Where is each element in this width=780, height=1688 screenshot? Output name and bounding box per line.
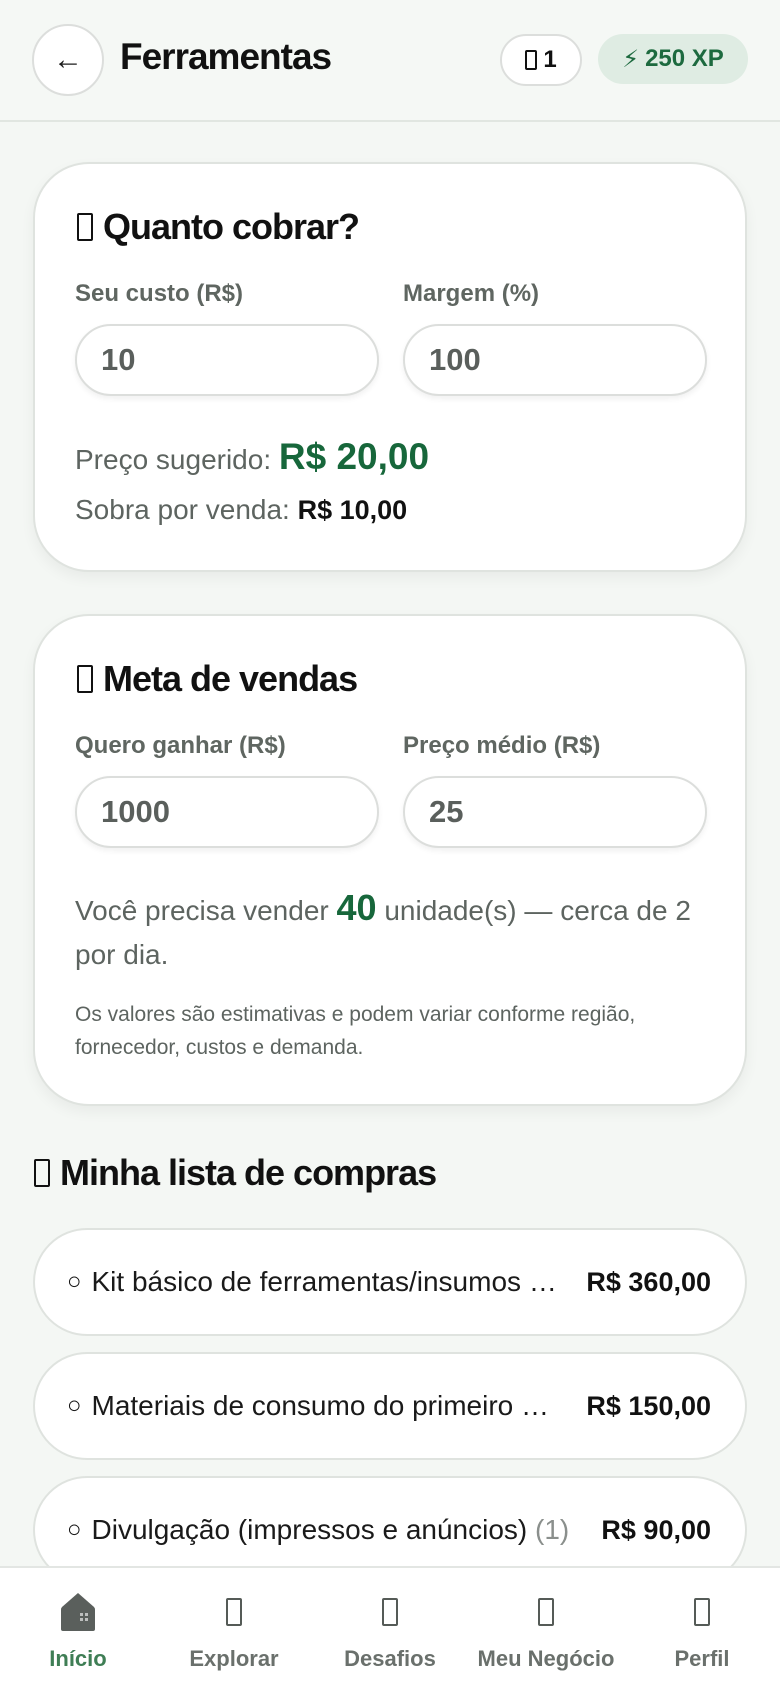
margin-input[interactable]: 100 xyxy=(403,324,707,396)
price-card-title-text: Quanto cobrar? xyxy=(103,206,360,247)
suggested-price-line: Preço sugerido: R$ 20,00 xyxy=(75,436,429,478)
nav-label: Início xyxy=(49,1646,107,1671)
explore-icon xyxy=(226,1590,242,1634)
profit-value: R$ 10,00 xyxy=(297,495,408,525)
streak-badge[interactable]: 1 xyxy=(500,34,582,86)
challenges-icon xyxy=(382,1590,398,1634)
units-suffix-line2: por dia. xyxy=(75,939,169,970)
list-item[interactable]: ○ Kit básico de ferramentas/insumos inic… xyxy=(33,1228,747,1336)
units-needed-value: 40 xyxy=(336,887,377,928)
units-needed-text: Você precisa vender 40 unidade(s) — cerc… xyxy=(75,886,691,977)
profit-line: Sobra por venda: R$ 10,00 xyxy=(75,494,407,526)
suggested-price-value: R$ 20,00 xyxy=(278,436,430,477)
streak-icon xyxy=(525,50,538,70)
shopping-list-title-text: Minha lista de compras xyxy=(60,1152,437,1193)
units-suffix: unidade(s) — cerca de 2 xyxy=(376,895,691,926)
units-prefix: Você precisa vender xyxy=(75,895,337,926)
nav-item-desafios[interactable]: Desafios xyxy=(312,1568,468,1688)
profile-icon xyxy=(694,1590,710,1634)
list-item[interactable]: ○ Materiais de consumo do primeiro mês R… xyxy=(33,1352,747,1460)
disclaimer-text: Os valores são estimativas e podem varia… xyxy=(75,1003,636,1059)
home-icon xyxy=(59,1590,97,1634)
goal-card-icon xyxy=(77,665,93,693)
shopping-list-title: Minha lista de compras xyxy=(34,1152,437,1194)
list-item-name: Materiais de consumo do primeiro mês xyxy=(91,1390,563,1421)
suggested-price-label: Preço sugerido: xyxy=(75,444,279,475)
list-item-price: R$ 150,00 xyxy=(586,1390,711,1421)
nav-label: Explorar xyxy=(189,1646,279,1671)
profit-label: Sobra por venda: xyxy=(75,494,298,525)
list-item-name: Kit básico de ferramentas/insumos inicia… xyxy=(91,1266,563,1297)
goal-card-title-text: Meta de vendas xyxy=(103,658,358,699)
back-button[interactable]: ← xyxy=(32,24,104,96)
nav-item-inicio[interactable]: Início xyxy=(0,1568,156,1688)
nav-item-meu-negocio[interactable]: Meu Negócio xyxy=(468,1568,624,1688)
list-item-price: R$ 90,00 xyxy=(601,1514,711,1545)
margin-label: Margem (%) xyxy=(403,280,540,307)
unchecked-circle-icon[interactable]: ○ xyxy=(67,1268,82,1296)
streak-count: 1 xyxy=(543,46,557,73)
xp-badge[interactable]: ⚡ 250 XP xyxy=(598,34,748,84)
bottom-nav: Início Explorar Desafios Meu Negócio Per… xyxy=(0,1566,780,1688)
cost-label: Seu custo (R$) xyxy=(75,280,244,307)
list-item-name: Divulgação (impressos e anúncios) (1) xyxy=(91,1514,570,1545)
nav-item-perfil[interactable]: Perfil xyxy=(624,1568,780,1688)
lightning-icon: ⚡ xyxy=(622,45,640,73)
nav-label: Meu Negócio xyxy=(477,1646,615,1671)
list-item-price: R$ 360,00 xyxy=(586,1266,711,1297)
sales-goal-card: Meta de vendas Quero ganhar (R$) 1000 Pr… xyxy=(33,614,747,1106)
price-card-icon xyxy=(77,213,93,241)
nav-label: Perfil xyxy=(674,1646,730,1671)
app-header: ← Ferramentas 1 ⚡ 250 XP xyxy=(0,0,780,122)
business-icon xyxy=(538,1590,554,1634)
goal-card-title: Meta de vendas xyxy=(77,658,358,700)
nav-label: Desafios xyxy=(344,1646,436,1671)
shopping-list-icon xyxy=(34,1159,50,1187)
unchecked-circle-icon[interactable]: ○ xyxy=(67,1516,82,1544)
xp-label: 250 XP xyxy=(645,45,724,72)
back-arrow-icon: ← xyxy=(53,43,83,76)
price-card-title: Quanto cobrar? xyxy=(77,206,360,248)
nav-item-explorar[interactable]: Explorar xyxy=(156,1568,312,1688)
price-calculator-card: Quanto cobrar? Seu custo (R$) 10 Margem … xyxy=(33,162,747,572)
unchecked-circle-icon[interactable]: ○ xyxy=(67,1392,82,1420)
avg-price-label: Preço médio (R$) xyxy=(403,732,601,759)
avg-price-input[interactable]: 25 xyxy=(403,776,707,848)
earn-label: Quero ganhar (R$) xyxy=(75,732,286,759)
page-title: Ferramentas xyxy=(120,36,332,77)
earn-input[interactable]: 1000 xyxy=(75,776,379,848)
cost-input[interactable]: 10 xyxy=(75,324,379,396)
